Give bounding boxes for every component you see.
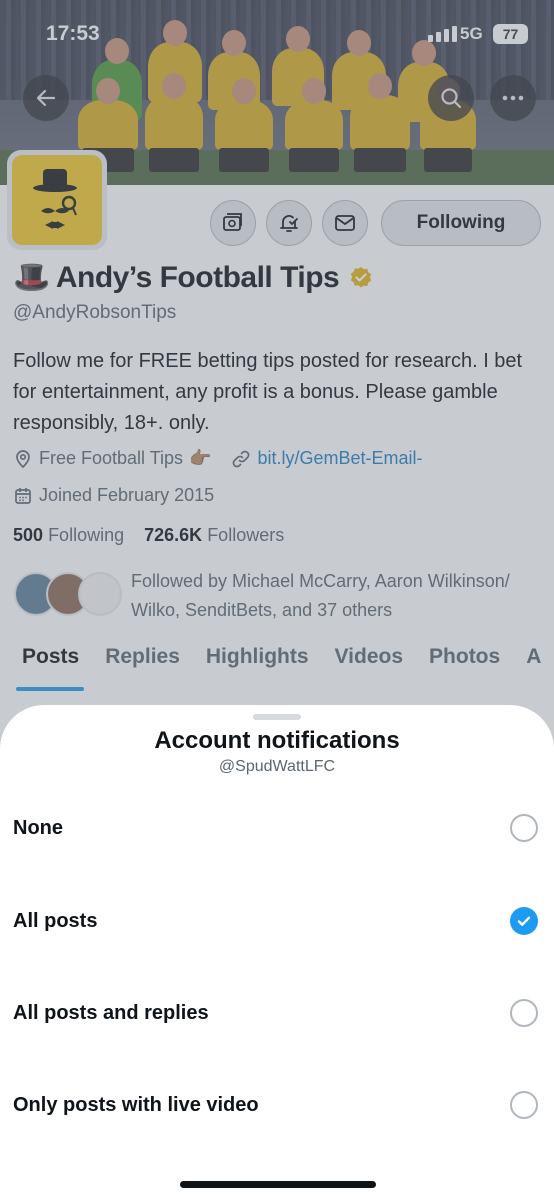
radio-checked-icon[interactable] <box>510 907 538 935</box>
option-all-posts[interactable]: All posts <box>0 891 554 951</box>
option-live-video[interactable]: Only posts with live video <box>0 1075 554 1135</box>
option-label: All posts and replies <box>13 1001 209 1024</box>
sheet-title: Account notifications <box>154 727 400 754</box>
radio-unchecked-icon[interactable] <box>510 814 538 842</box>
sheet-subtitle: @SpudWattLFC <box>218 758 336 775</box>
sheet-grabber[interactable] <box>253 714 301 720</box>
radio-unchecked-icon[interactable] <box>510 999 538 1027</box>
option-label: All posts <box>13 909 98 932</box>
option-all-posts-and-replies[interactable]: All posts and replies <box>0 983 554 1043</box>
option-label: None <box>13 816 63 839</box>
radio-unchecked-icon[interactable] <box>510 1091 538 1119</box>
checkmark-icon <box>517 916 531 926</box>
option-none[interactable]: None <box>0 798 554 858</box>
home-indicator[interactable] <box>180 1181 376 1188</box>
option-label: Only posts with live video <box>13 1093 259 1116</box>
account-notifications-sheet: Account notifications @SpudWattLFC None … <box>0 705 554 1200</box>
